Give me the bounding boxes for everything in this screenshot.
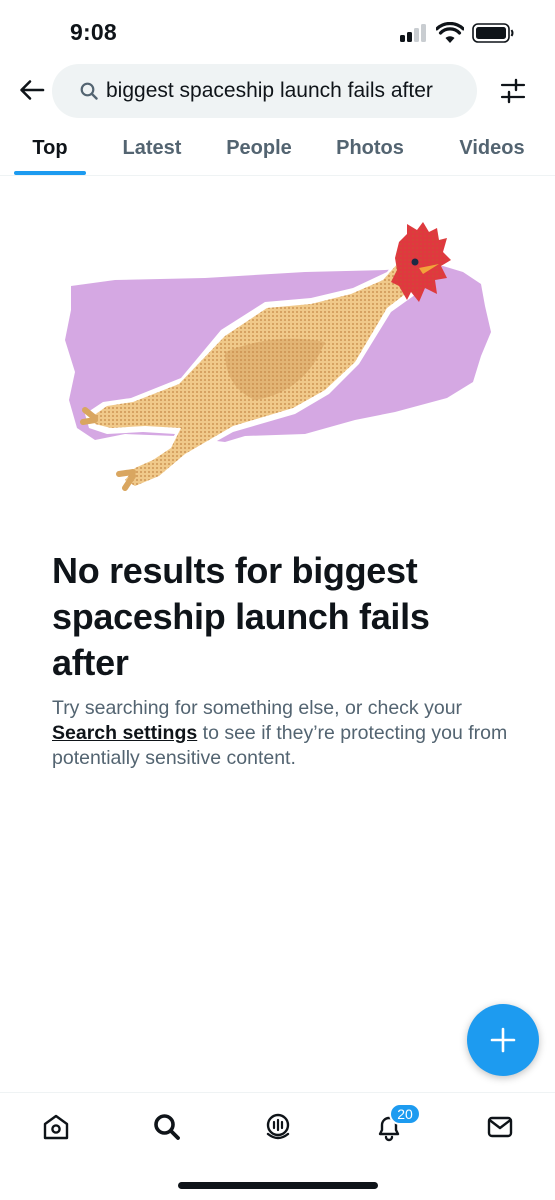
compose-button[interactable] xyxy=(467,1004,539,1076)
empty-state-description: Try searching for something else, or che… xyxy=(52,696,512,771)
search-input[interactable] xyxy=(106,79,476,103)
wifi-icon xyxy=(436,22,464,43)
nav-home[interactable] xyxy=(34,1107,78,1147)
battery-icon xyxy=(472,23,514,43)
spaces-icon xyxy=(266,1113,290,1140)
empty-state-title: No results for biggest spaceship launch … xyxy=(52,550,430,683)
nav-messages[interactable] xyxy=(478,1107,522,1147)
search-icon xyxy=(80,82,98,100)
tab-videos[interactable]: Videos xyxy=(452,120,532,176)
search-box[interactable] xyxy=(52,64,477,118)
nav-spaces[interactable] xyxy=(256,1107,300,1147)
status-bar: 9:08 xyxy=(0,0,555,62)
active-tab-indicator xyxy=(14,171,86,175)
tab-top[interactable]: Top xyxy=(14,120,86,176)
rubber-chicken-illustration xyxy=(65,222,491,494)
search-tabs: Top Latest People Photos Videos xyxy=(0,120,555,176)
status-time: 9:08 xyxy=(70,19,117,45)
home-icon xyxy=(43,1114,69,1140)
search-header xyxy=(0,62,555,120)
tab-people[interactable]: People xyxy=(218,120,300,176)
search-settings-link[interactable]: Search settings xyxy=(52,722,197,744)
arrow-left-icon xyxy=(20,80,45,100)
empty-state-text-before: Try searching for something else, or che… xyxy=(52,697,463,719)
nav-search[interactable] xyxy=(145,1107,189,1147)
notification-count-badge: 20 xyxy=(389,1103,421,1125)
home-indicator xyxy=(178,1182,378,1189)
plus-icon xyxy=(490,1027,516,1053)
search-icon xyxy=(154,1114,180,1140)
tab-latest[interactable]: Latest xyxy=(112,120,192,176)
back-button[interactable] xyxy=(14,72,50,108)
sliders-icon xyxy=(500,78,526,104)
cellular-signal-icon xyxy=(400,24,430,42)
messages-icon xyxy=(487,1116,513,1138)
search-filter-button[interactable] xyxy=(496,74,530,108)
tab-photos[interactable]: Photos xyxy=(328,120,412,176)
